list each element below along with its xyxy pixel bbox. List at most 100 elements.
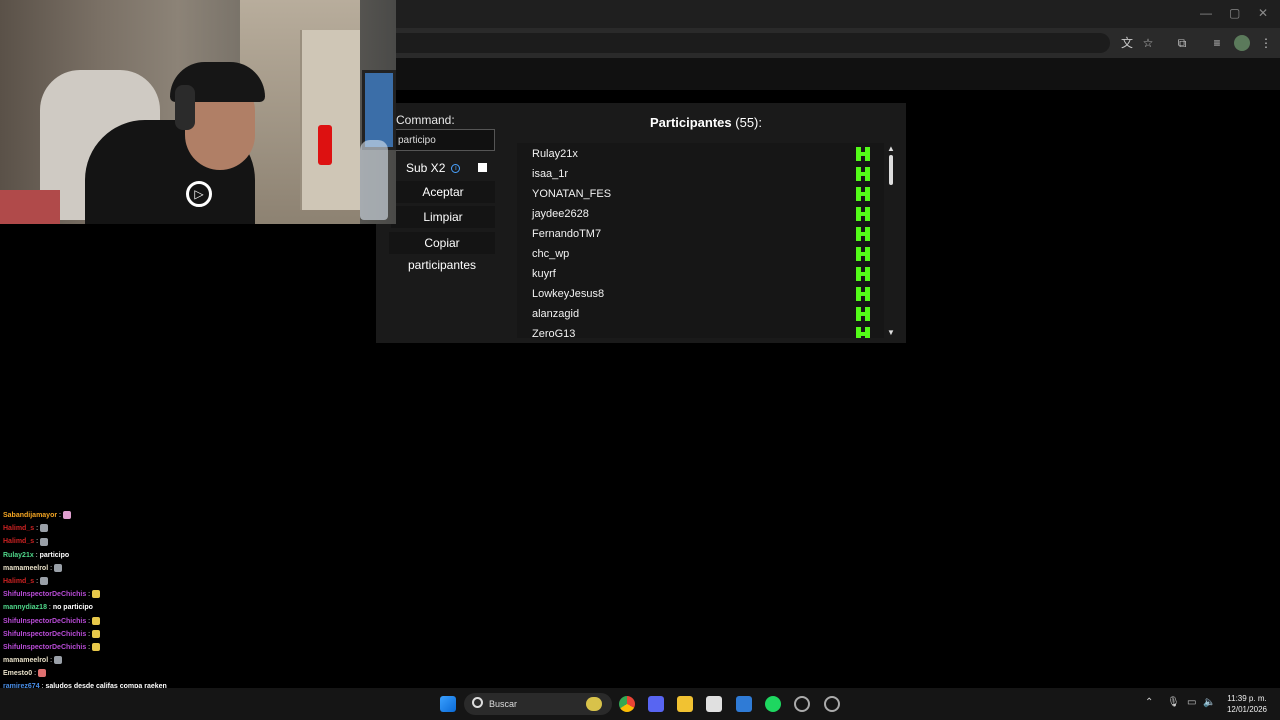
participant-name: Rulay21x [532,148,578,160]
participants-list[interactable]: Rulay21x isaa_1r YONATAN_FES jaydee2628 … [517,143,884,338]
chat-message: Halimd_s : [3,575,223,588]
kick-icon [856,207,870,221]
kick-icon [856,227,870,241]
chat-username[interactable]: ShifuInspectorDeChichis [3,644,86,651]
chat-username[interactable]: Rulay21x [3,552,34,559]
scroll-thumb[interactable] [889,155,893,185]
browser-title-bar [396,0,1280,28]
minimize-button[interactable]: — [1200,6,1212,20]
participant-name: YONATAN_FES [532,188,612,200]
chat-username[interactable]: ShifuInspectorDeChichis [3,618,86,625]
chat-username[interactable]: Halimd_s [3,538,34,545]
webcam-door [300,30,360,210]
chat-message: ShifuInspectorDeChichis : [3,641,223,654]
accept-button[interactable]: Aceptar [391,181,495,203]
chat-username[interactable]: Sabandijamayor [3,512,57,519]
chat-message: mannydiaz18 : no participo [3,601,223,614]
app-icon[interactable] [824,696,840,712]
jersey-logo-icon: ▷ [186,181,212,207]
scroll-up-arrow-icon[interactable]: ▲ [887,144,895,153]
webcam-monitor [362,70,396,150]
screen: { "browser": { "window_controls": ["—", … [0,0,1280,720]
chat-message: ShifuInspectorDeChichis : [3,615,223,628]
chevron-up-icon[interactable]: ⌃ [1145,697,1153,708]
chat-message: Halimd_s : [3,522,223,535]
scroll-down-arrow-icon[interactable]: ▼ [887,328,895,337]
search-label: Buscar [489,699,518,709]
network-icon[interactable]: ▭ [1187,697,1196,708]
bookmark-star-icon[interactable]: ☆ [1140,35,1156,51]
chat-emote-icon [39,537,48,546]
search-highlight-icon [586,697,602,711]
sub-x2-checkbox[interactable] [478,163,487,172]
chat-message: Halimd_s : [3,535,223,548]
chat-message: ShifuInspectorDeChichis : [3,628,223,641]
clear-button[interactable]: Limpiar [391,206,495,228]
chat-message: Emesto0 : [3,667,223,680]
webcam-headset [175,85,195,130]
kick-icon [856,307,870,321]
list-item: YONATAN_FES [517,184,884,204]
webcam-overlay: ▷ [0,0,396,224]
chat-emote-icon [92,629,101,638]
chat-emote-icon [38,669,47,678]
chat-username[interactable]: mamameelrol [3,657,48,664]
app-icon[interactable] [794,696,810,712]
microphone-icon[interactable]: 🎙 [1167,697,1180,708]
discord-icon[interactable] [648,696,664,712]
kick-icon [856,167,870,181]
kick-icon [856,247,870,261]
profile-avatar[interactable] [1234,35,1250,51]
participant-name: FernandoTM7 [532,228,602,240]
chat-username[interactable]: mannydiaz18 [3,604,47,611]
participant-name: ZeroG13 [532,328,576,338]
kick-icon [856,267,870,281]
chat-emote-icon [53,656,62,665]
clock-date[interactable]: 12/01/2026 [1222,705,1272,714]
list-item: kuyrf [517,264,884,284]
translate-icon[interactable]: 文 [1119,35,1135,51]
volume-icon[interactable]: 🔈 [1203,697,1215,708]
spotify-icon[interactable] [765,696,781,712]
clock-time[interactable]: 11:39 p. m. [1222,694,1272,703]
reading-list-icon[interactable]: ≡ [1209,35,1225,51]
chat-emote-icon [39,524,48,533]
kick-icon [856,187,870,201]
chat-username[interactable]: Halimd_s [3,578,34,585]
info-icon[interactable]: i [451,163,461,173]
list-scrollbar[interactable]: ▲ ▼ [886,143,896,338]
chat-emote-icon [92,643,101,652]
chat-message: mamameelrol : [3,562,223,575]
participant-name: LowkeyJesus8 [532,288,605,300]
participants-heading: Participantes [649,115,732,130]
webcam-blanket [0,190,60,224]
list-item: chc_wp [517,244,884,264]
store-icon[interactable] [706,696,722,712]
windows-taskbar [0,688,1280,720]
maximize-button[interactable]: ▢ [1229,6,1240,20]
command-input[interactable] [391,129,495,151]
extensions-icon[interactable]: ⧉ [1174,35,1190,51]
copy-participants-button[interactable]: Copiar participantes [389,232,495,272]
kick-icon [856,327,870,338]
chat-username[interactable]: ShifuInspectorDeChichis [3,631,86,638]
chat-emote-icon [62,511,71,520]
chat-emote-icon [92,616,101,625]
close-button[interactable]: ✕ [1258,6,1268,20]
mail-icon[interactable] [736,696,752,712]
stream-chat: Sabandijamayor : Halimd_s : Halimd_s : R… [3,509,223,707]
chat-message: ShifuInspectorDeChichis : [3,588,223,601]
participant-name: chc_wp [532,248,570,260]
chat-username[interactable]: ShifuInspectorDeChichis [3,591,86,598]
chat-username[interactable]: Emesto0 [3,670,32,677]
file-explorer-icon[interactable] [677,696,693,712]
kick-icon [856,147,870,161]
chat-username[interactable]: mamameelrol [3,565,48,572]
list-item: alanzagid [517,304,884,324]
chat-username[interactable]: Halimd_s [3,525,34,532]
sub-x2-row: Sub X2 i [406,160,461,176]
chrome-icon[interactable] [619,696,635,712]
address-bar[interactable] [396,33,1110,53]
windows-start-icon[interactable] [440,696,456,712]
browser-menu-icon[interactable]: ⋮ [1258,35,1274,51]
